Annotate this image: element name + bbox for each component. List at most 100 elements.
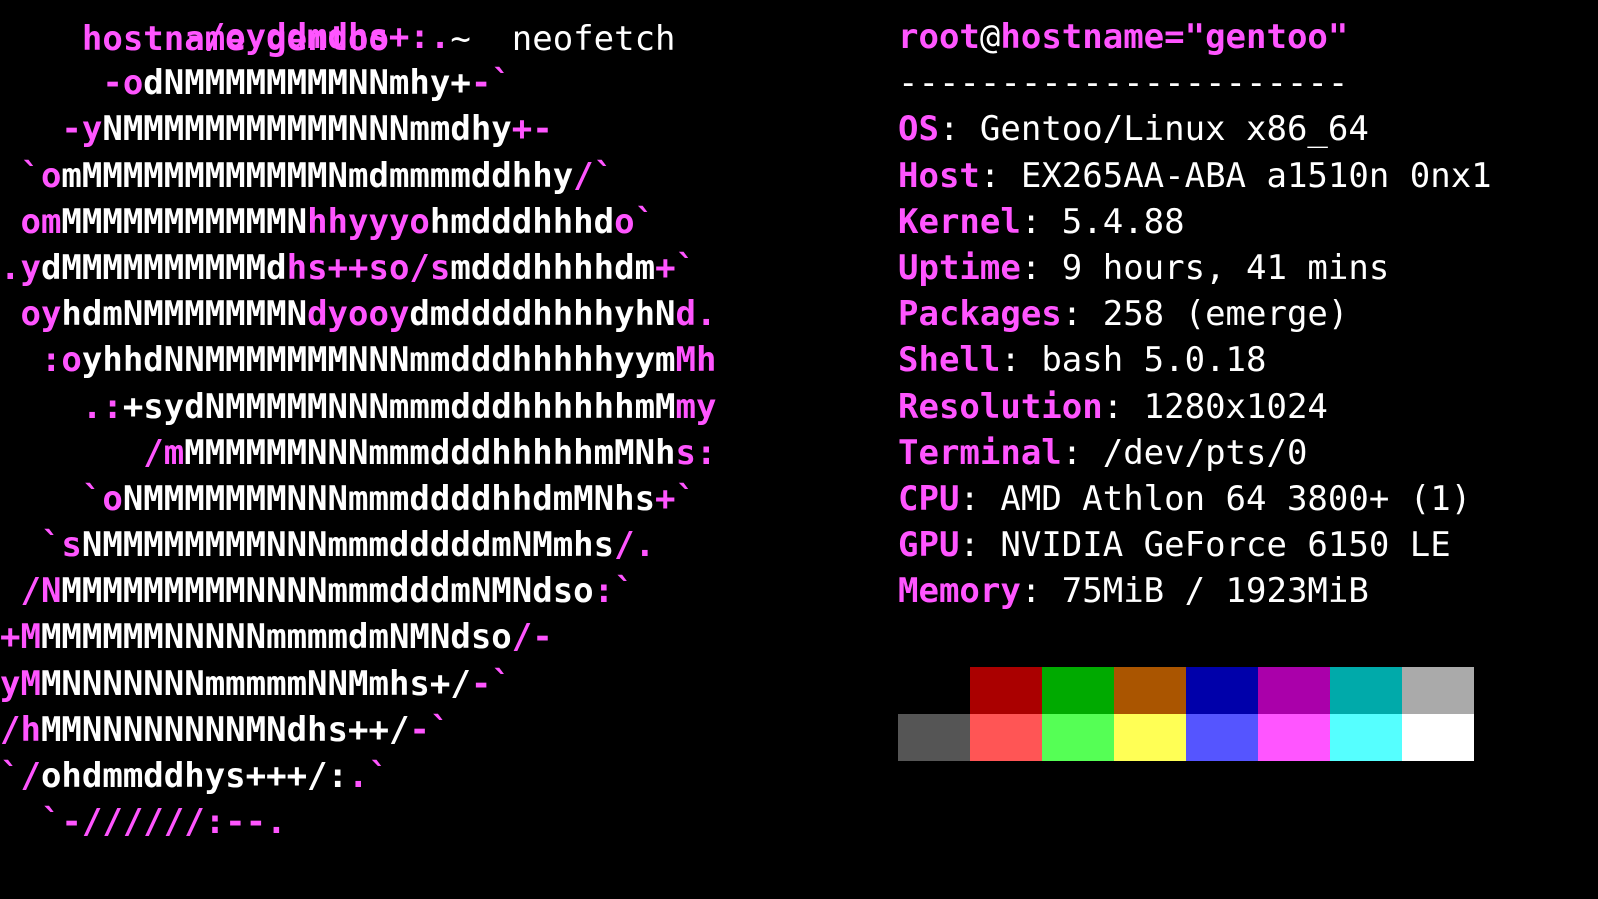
- logo-segment: NMMMMMMMNNNmmmddddhhdmMNhs: [122, 478, 656, 519]
- logo-segment: yhhdNNMMMMMMMNNNmmdddhhhhhyym: [81, 340, 676, 381]
- logo-segment: `o: [0, 155, 62, 196]
- logo-segment: NMMMMMMMMNNNmmmdddddmNMmhs: [81, 525, 615, 566]
- logo-segment: oy: [0, 294, 62, 335]
- info-row-host: Host: EX265AA-ABA a1510n 0nx1: [898, 153, 1598, 199]
- color-swatch-bright-4: [1186, 714, 1258, 761]
- logo-segment: d.: [675, 294, 717, 335]
- color-swatch-bright-6: [1330, 714, 1402, 761]
- info-value: bash 5.0.18: [1020, 340, 1267, 381]
- logo-line: :oyhhdNNMMMMMMMNNNmmdddhhhhhyymMh: [0, 337, 850, 383]
- color-swatch-normal-3: [1114, 667, 1186, 714]
- logo-segment: /N: [0, 571, 62, 612]
- info-key: Resolution: [898, 386, 1103, 427]
- info-row-memory: Memory: 75MiB / 1923MiB: [898, 568, 1598, 614]
- info-row-uptime: Uptime: 9 hours, 41 mins: [898, 245, 1598, 291]
- info-title-at: @: [979, 17, 1001, 57]
- info-value: 5.4.88: [1041, 201, 1185, 242]
- logo-segment: -o: [0, 63, 144, 104]
- info-value: 9 hours, 41 mins: [1041, 247, 1390, 288]
- logo-line: `-//////:--.: [0, 799, 850, 845]
- logo-line: .ydMMMMMMMMMMdhs++so/smdddhhhhdm+`: [0, 245, 850, 291]
- info-colon: :: [1061, 294, 1083, 335]
- info-colon: :: [959, 525, 980, 566]
- info-value: 258 (emerge): [1082, 294, 1349, 335]
- logo-line: /NMMMMMMMMMNNNNmmmdddmNMNdso:`: [0, 568, 850, 614]
- color-swatch-bright-2: [1042, 714, 1114, 761]
- logo-segment: .y: [0, 247, 41, 288]
- color-swatch-normal-5: [1258, 667, 1330, 714]
- logo-segment: +`: [655, 247, 697, 288]
- logo-segment: ohdmmddhys+++/:: [40, 756, 348, 796]
- info-key: OS: [898, 109, 939, 150]
- logo-segment: MMMMMMNNNmmmdddhhhhhmMNh: [184, 432, 676, 473]
- logo-segment: MMNNNNNNNNMNdhs++/: [40, 709, 410, 750]
- info-title-host: hostname="gentoo": [1000, 17, 1349, 57]
- logo-line: yMMNNNNNNNmmmmmNNMmhs+/-`: [0, 661, 850, 707]
- logo-segment: -`: [470, 63, 512, 104]
- gentoo-ascii-logo: -/oyddmdhs+:. -odNMMMMMMMMNNmhy+-` -yNMM…: [0, 14, 850, 845]
- info-separator: ----------------------: [898, 63, 1349, 104]
- logo-line: `/ohdmmddhys+++/:.`: [0, 753, 850, 799]
- logo-segment: +-: [511, 109, 553, 150]
- info-colon: :: [1020, 247, 1042, 288]
- info-key: Terminal: [898, 432, 1062, 473]
- logo-line: `oNMMMMMMMNNNmmmddddhhdmMNhs+`: [0, 476, 850, 522]
- info-value: NVIDIA GeForce 6150 LE: [979, 525, 1451, 566]
- logo-segment: hmdddhhhd: [429, 201, 615, 242]
- logo-segment: dyooy: [307, 294, 410, 335]
- logo-segment: -y: [0, 109, 103, 150]
- logo-segment: /-: [511, 617, 553, 658]
- logo-line: .:+sydNMMMMMNNNmmmdddhhhhhhmMmy: [0, 384, 850, 430]
- info-value: 1280x1024: [1123, 386, 1328, 427]
- logo-segment: dmddddhhhhyhN: [409, 294, 676, 335]
- logo-line: -yNMMMMMMMMMMMNNNmmdhy+-: [0, 106, 850, 152]
- logo-line: +MMMMMMMNNNNNmmmmdmNMNdso/-: [0, 614, 850, 660]
- info-row-gpu: GPU: NVIDIA GeForce 6150 LE: [898, 522, 1598, 568]
- logo-segment: mdddhhhhdm: [450, 247, 656, 288]
- logo-line: `omMMMMMMMMMMMMNmdmmmmddhhy/`: [0, 153, 850, 199]
- logo-segment: +M: [0, 617, 41, 658]
- info-colon: :: [1061, 432, 1083, 473]
- info-value: AMD Athlon 64 3800+ (1): [979, 478, 1472, 519]
- info-row-resolution: Resolution: 1280x1024: [898, 384, 1598, 430]
- info-colon: :: [1020, 571, 1042, 612]
- logo-line: -odNMMMMMMMMNNmhy+-`: [0, 60, 850, 106]
- logo-segment: /m: [0, 432, 185, 473]
- color-swatch-normal-7: [1402, 667, 1474, 714]
- logo-segment: NMMMMMMMMMMMNNNmmdhy: [102, 109, 512, 150]
- logo-segment: mMMMMMMMMMMMMNmdmmmmddhhy: [61, 155, 574, 196]
- logo-segment: om: [0, 201, 62, 242]
- logo-segment: hs++so/s: [286, 247, 451, 288]
- info-key: Memory: [898, 571, 1021, 612]
- color-swatch-bright-0: [898, 714, 970, 761]
- logo-segment: /.: [614, 525, 656, 566]
- logo-segment: hhyyyo: [307, 201, 430, 242]
- logo-segment: Mh: [675, 340, 717, 381]
- color-swatch-normal-6: [1330, 667, 1402, 714]
- logo-line: /hMMNNNNNNNNMNdhs++/-`: [0, 707, 850, 753]
- logo-segment: MNNNNNNNmmmmmNNMmhs+/: [40, 663, 471, 704]
- logo-segment: -`: [470, 663, 512, 704]
- color-swatch-bright-3: [1114, 714, 1186, 761]
- logo-segment: my: [675, 386, 717, 427]
- info-row-cpu: CPU: AMD Athlon 64 3800+ (1): [898, 476, 1598, 522]
- info-value: 75MiB / 1923MiB: [1041, 571, 1369, 612]
- logo-segment: -/oyddmdhs+:.: [0, 17, 451, 57]
- logo-segment: dNMMMMMMMMNNmhy+: [143, 63, 471, 104]
- logo-segment: `o: [0, 478, 123, 519]
- logo-segment: yM: [0, 663, 41, 704]
- info-colon: :: [1000, 340, 1021, 381]
- logo-line: `sNMMMMMMMMNNNmmmdddddmNMmhs/.: [0, 522, 850, 568]
- logo-segment: +sydNMMMMMNNNmmmdddhhhhhhmM: [122, 386, 676, 427]
- logo-line: oyhdmNMMMMMMMNdyooydmddddhhhhyhNd.: [0, 291, 850, 337]
- system-info-panel: root@hostname="gentoo" -----------------…: [898, 14, 1598, 614]
- color-swatch-normal-4: [1186, 667, 1258, 714]
- info-colon: :: [959, 478, 980, 519]
- logo-segment: :`: [593, 571, 635, 612]
- logo-segment: s:: [675, 432, 717, 473]
- logo-segment: /`: [573, 155, 615, 196]
- info-key: CPU: [898, 478, 960, 519]
- terminal-screen[interactable]: hostname gentoo ~ neofetch -/oyddmdhs+:.…: [0, 0, 1598, 899]
- logo-segment: .:: [0, 386, 123, 427]
- logo-segment: /h: [0, 709, 41, 750]
